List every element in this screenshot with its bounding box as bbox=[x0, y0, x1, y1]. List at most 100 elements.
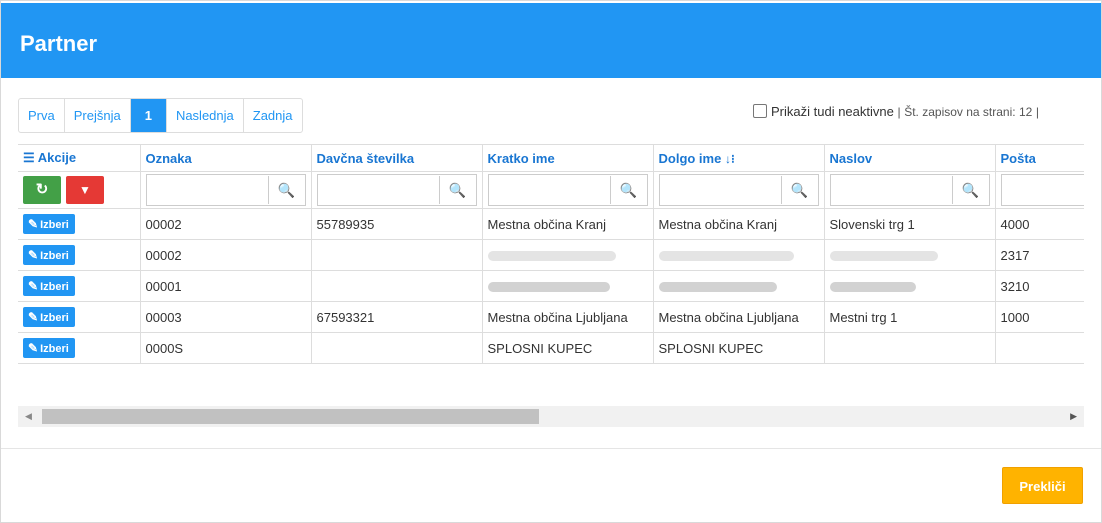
cell-davcna bbox=[311, 270, 483, 302]
filter-input-naslov[interactable] bbox=[831, 176, 952, 204]
col-oznaka[interactable]: Oznaka bbox=[140, 145, 312, 172]
table-row[interactable]: ✎ Izberi 00002 2317 bbox=[18, 239, 1084, 271]
filter-cell-dolgo: 🔍 bbox=[653, 171, 825, 209]
table-row[interactable]: ✎ Izberi 00001 3210 bbox=[18, 270, 1084, 302]
select-button-label: Izberi bbox=[40, 343, 69, 355]
filter-input-posta[interactable] bbox=[1002, 176, 1085, 204]
cell-kratko-redacted bbox=[482, 270, 654, 302]
pencil-icon: ✎ bbox=[28, 341, 39, 355]
cell-oznaka: 00002 bbox=[140, 239, 312, 271]
cell-naslov-redacted bbox=[824, 239, 996, 271]
pencil-icon: ✎ bbox=[28, 279, 39, 293]
row-actions: ✎ Izberi bbox=[18, 208, 141, 240]
select-button-label: Izberi bbox=[40, 312, 69, 324]
cell-dolgo: SPLOSNI KUPEC bbox=[653, 332, 825, 364]
cell-dolgo: Mestna občina Ljubljana bbox=[653, 301, 825, 333]
horizontal-scrollbar[interactable]: ◀ ▶ bbox=[18, 406, 1084, 427]
per-page-label: Št. zapisov na strani: 12 bbox=[904, 105, 1033, 119]
show-inactive-checkbox[interactable] bbox=[753, 104, 767, 118]
cell-naslov bbox=[824, 332, 996, 364]
cancel-button[interactable]: Prekliči bbox=[1002, 467, 1083, 504]
clear-filter-button[interactable]: ▼ bbox=[66, 176, 104, 204]
cell-posta: 3210 bbox=[995, 270, 1084, 302]
page-next[interactable]: Naslednja bbox=[167, 99, 244, 132]
page-prev[interactable]: Prejšnja bbox=[65, 99, 131, 132]
select-button-label: Izberi bbox=[40, 250, 69, 262]
filter-input-dolgo[interactable] bbox=[660, 176, 781, 204]
select-button-label: Izberi bbox=[40, 281, 69, 293]
cell-davcna: 55789935 bbox=[311, 208, 483, 240]
scroll-right-arrow-icon[interactable]: ▶ bbox=[1070, 411, 1077, 422]
table-row[interactable]: ✎ Izberi 00003 67593321 Mestna občina Lju… bbox=[18, 301, 1084, 333]
list-icon: ☰ bbox=[23, 150, 35, 165]
cell-kratko-redacted bbox=[482, 239, 654, 271]
cell-kratko: Mestna občina Ljubljana bbox=[482, 301, 654, 333]
filter-input-kratko[interactable] bbox=[489, 176, 610, 204]
page-current[interactable]: 1 bbox=[130, 99, 167, 132]
search-icon[interactable]: 🔍 bbox=[438, 176, 476, 204]
search-icon[interactable]: 🔍 bbox=[267, 176, 305, 204]
cell-oznaka: 0000S bbox=[140, 332, 312, 364]
show-inactive-label[interactable]: Prikaži tudi neaktivne bbox=[771, 104, 894, 119]
search-icon[interactable]: 🔍 bbox=[951, 176, 989, 204]
filter-actions: ↻ ▼ bbox=[18, 171, 141, 209]
cell-naslov: Mestni trg 1 bbox=[824, 301, 996, 333]
cell-oznaka: 00001 bbox=[140, 270, 312, 302]
row-actions: ✎ Izberi bbox=[18, 239, 141, 271]
table-row[interactable]: ✎ Izberi 00002 55789935 Mestna občina Kra… bbox=[18, 208, 1084, 240]
row-actions: ✎ Izberi bbox=[18, 270, 141, 302]
cell-oznaka: 00002 bbox=[140, 208, 312, 240]
col-posta[interactable]: Pošta bbox=[995, 145, 1084, 172]
filter-row: ↻ ▼ 🔍 🔍 🔍 🔍 🔍 bbox=[18, 171, 1085, 209]
select-button[interactable]: ✎ Izberi bbox=[23, 338, 75, 358]
footer-divider bbox=[1, 448, 1101, 449]
select-button[interactable]: ✎ Izberi bbox=[23, 276, 75, 296]
scroll-left-arrow-icon[interactable]: ◀ bbox=[25, 411, 32, 422]
select-button[interactable]: ✎ Izberi bbox=[23, 245, 75, 265]
cell-posta: 1000 bbox=[995, 301, 1084, 333]
page-last[interactable]: Zadnja bbox=[244, 99, 302, 132]
dialog-header: Partner bbox=[1, 3, 1101, 78]
select-button[interactable]: ✎ Izberi bbox=[23, 214, 75, 234]
col-dolgo-ime-label: Dolgo ime bbox=[658, 150, 722, 166]
cell-davcna: 67593321 bbox=[311, 301, 483, 333]
col-dolgo-ime[interactable]: Dolgo ime ↓⁝ bbox=[653, 145, 825, 172]
scrollbar-thumb[interactable] bbox=[42, 409, 539, 424]
redacted-text bbox=[658, 282, 777, 293]
cell-dolgo-redacted bbox=[653, 239, 825, 271]
cell-posta: 4000 bbox=[995, 208, 1084, 240]
cell-naslov: Slovenski trg 1 bbox=[824, 208, 996, 240]
cell-dolgo-redacted bbox=[653, 270, 825, 302]
filter-input-davcna[interactable] bbox=[318, 176, 439, 204]
redacted-text bbox=[829, 282, 916, 293]
cell-naslov-redacted bbox=[824, 270, 996, 302]
row-actions: ✎ Izberi bbox=[18, 301, 141, 333]
redacted-text bbox=[487, 282, 610, 293]
filter-input-oznaka[interactable] bbox=[147, 176, 268, 204]
cell-dolgo: Mestna občina Kranj bbox=[653, 208, 825, 240]
cell-posta bbox=[995, 332, 1084, 364]
filter-cell-oznaka: 🔍 bbox=[140, 171, 312, 209]
partner-grid: ☰ Akcije Oznaka Davčna številka Kratko i… bbox=[18, 144, 1084, 370]
search-icon[interactable]: 🔍 bbox=[780, 176, 818, 204]
search-icon[interactable]: 🔍 bbox=[609, 176, 647, 204]
header-row: ☰ Akcije Oznaka Davčna številka Kratko i… bbox=[18, 145, 1084, 172]
col-akcije: ☰ Akcije bbox=[18, 145, 141, 172]
partner-dialog: Partner Prva Prejšnja 1 Naslednja Zadnja… bbox=[0, 0, 1102, 523]
col-naslov[interactable]: Naslov bbox=[824, 145, 996, 172]
options-trailing-separator: | bbox=[1035, 105, 1040, 119]
col-akcije-label: Akcije bbox=[37, 150, 77, 165]
cell-oznaka: 00003 bbox=[140, 301, 312, 333]
filter-cell-kratko: 🔍 bbox=[482, 171, 654, 209]
col-kratko-ime[interactable]: Kratko ime bbox=[482, 145, 654, 172]
select-button[interactable]: ✎ Izberi bbox=[23, 307, 75, 327]
pencil-icon: ✎ bbox=[28, 310, 39, 324]
filter-icon: ▼ bbox=[79, 183, 91, 197]
cell-davcna bbox=[311, 332, 483, 364]
page-first[interactable]: Prva bbox=[19, 99, 65, 132]
col-davcna[interactable]: Davčna številka bbox=[311, 145, 483, 172]
redacted-text bbox=[487, 251, 616, 262]
refresh-button[interactable]: ↻ bbox=[23, 176, 61, 204]
table-row[interactable]: ✎ Izberi 0000S SPLOSNI KUPEC SPLOSNI KUPE… bbox=[18, 332, 1084, 364]
options-separator: | bbox=[897, 105, 901, 119]
